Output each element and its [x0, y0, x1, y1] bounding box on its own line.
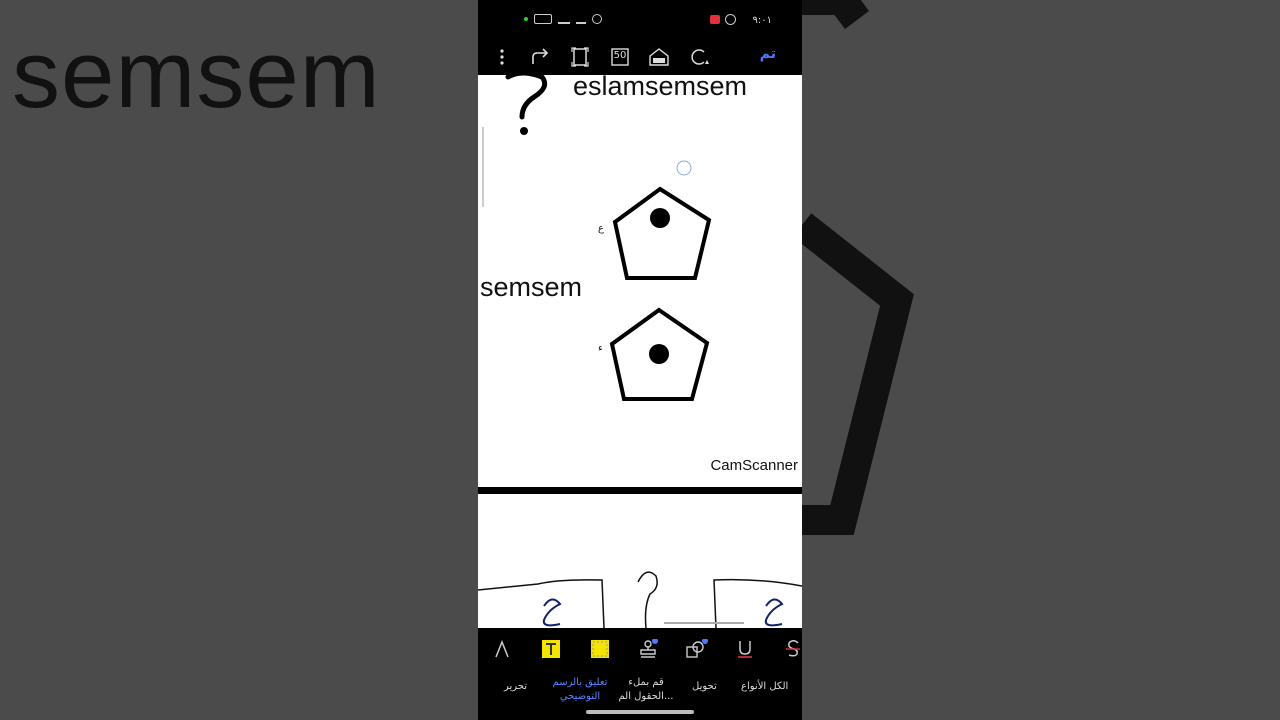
- shapes-tool-icon[interactable]: [684, 638, 710, 660]
- scroll-indicator: [482, 127, 484, 207]
- document-page-1[interactable]: eslamsemsem semsem ع ء CamScanner: [478, 75, 802, 487]
- done-button[interactable]: تم: [760, 46, 776, 62]
- sketch-letter-left: [542, 598, 562, 627]
- page-2-scroll-line: [664, 622, 744, 624]
- dot-icon: [524, 17, 528, 21]
- label-edit[interactable]: تحرير: [504, 680, 527, 694]
- sketch-box-right: [713, 578, 802, 628]
- question-mark-dot: [520, 127, 528, 135]
- bottom-toolbar: تحرير تعليق بالرسم التوضيحي قم بملء الحق…: [478, 628, 802, 720]
- area-highlight-tool-icon[interactable]: [587, 638, 613, 660]
- background-left: semsem: [0, 0, 478, 720]
- label-convert[interactable]: تحويل: [692, 680, 717, 694]
- selection-handle: [676, 160, 692, 176]
- pentagon-2-dot: [649, 344, 669, 364]
- page-divider: [478, 487, 802, 494]
- underline-tool-icon[interactable]: [732, 638, 758, 660]
- background-shape: [802, 0, 914, 535]
- top-toolbar: 50: [478, 40, 802, 74]
- page-top-text: eslamsemsem: [573, 75, 748, 101]
- status-time: ٩:٠١: [752, 15, 772, 26]
- background-right: [802, 0, 1280, 720]
- camscanner-watermark: CamScanner: [710, 457, 798, 474]
- label-fill-fields[interactable]: قم بملء الحقول الم...: [618, 676, 674, 704]
- status-right-icons: [710, 14, 736, 25]
- strikethrough-tool-icon[interactable]: [780, 638, 802, 660]
- wifi-signal-icon: [558, 14, 570, 24]
- cell-signal-icon: [576, 14, 586, 24]
- status-left-icons: [524, 14, 602, 24]
- stamp-tool-icon[interactable]: [635, 638, 661, 660]
- pentagon-1: [612, 186, 712, 280]
- label-annotate[interactable]: تعليق بالرسم التوضيحي: [550, 676, 610, 704]
- crop-page-icon[interactable]: [567, 44, 593, 70]
- pentagon-1-dot: [650, 208, 670, 228]
- home-indicator[interactable]: [586, 710, 694, 714]
- question-mark-shape: [505, 75, 548, 120]
- document-page-2[interactable]: [478, 494, 802, 628]
- page-count-button[interactable]: 50: [607, 44, 633, 70]
- recording-icon: [710, 15, 720, 24]
- sketch-box-left: [478, 579, 605, 628]
- page-2-drawing: [478, 571, 802, 628]
- sketch-question-mark: [637, 571, 658, 628]
- more-menu-icon[interactable]: [489, 44, 515, 70]
- background-zoom-text: semsem: [12, 21, 381, 128]
- label-all-types[interactable]: الكل الأنواع: [741, 680, 788, 694]
- pen-tool-icon[interactable]: [489, 638, 515, 660]
- page-mid-text: semsem: [480, 272, 583, 302]
- page-count-label: 50: [613, 50, 627, 61]
- sketch-letter-right: [764, 598, 784, 627]
- sale-tag-icon[interactable]: [646, 44, 672, 70]
- page-mark-2: ء: [598, 343, 603, 354]
- battery-icon: [534, 14, 552, 24]
- text-highlight-tool-icon[interactable]: [538, 638, 564, 660]
- page-mark-1: ع: [598, 223, 604, 234]
- status-bar: ٩:٠١: [478, 0, 802, 40]
- phone-screen: ٩:٠١ 50 تم eslamsemsem semsem ع ء CamSca…: [478, 0, 802, 720]
- share-icon[interactable]: [528, 44, 554, 70]
- redo-icon[interactable]: [686, 44, 712, 70]
- alarm-icon: [592, 14, 602, 24]
- whatsapp-icon: [725, 14, 736, 25]
